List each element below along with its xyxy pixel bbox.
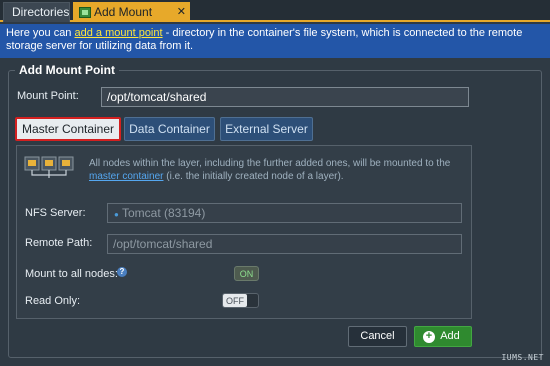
tab-external-server[interactable]: External Server — [220, 117, 313, 141]
info-prefix: Here you can — [6, 27, 75, 39]
desc-suffix: (i.e. the initially created node of a la… — [163, 171, 344, 182]
close-icon[interactable]: ✕ — [177, 3, 186, 22]
nfs-server-value: Tomcat (83194) — [121, 206, 206, 220]
nodes-layer-icon — [24, 156, 74, 178]
help-icon[interactable]: ? — [117, 267, 127, 277]
desc-prefix: All nodes within the layer, including th… — [89, 158, 451, 169]
mount-point-input[interactable]: /opt/tomcat/shared — [101, 87, 469, 107]
tab-data-container[interactable]: Data Container — [124, 117, 215, 141]
tab-bar: Directories Add Mount Point ✕ — [0, 0, 550, 38]
info-bar: Here you can add a mount point - directo… — [0, 24, 550, 58]
master-container-link[interactable]: master container — [89, 171, 163, 182]
mount-point-label: Mount Point: — [17, 90, 79, 102]
remote-path-field[interactable]: /opt/tomcat/shared — [107, 234, 462, 254]
watermark: IUMS.NET — [501, 353, 544, 362]
panel-legend: Add Mount Point — [15, 63, 119, 77]
read-only-toggle-state: OFF — [223, 294, 247, 307]
mount-to-all-nodes-toggle[interactable]: ON — [234, 266, 259, 281]
read-only-toggle[interactable]: OFF — [222, 293, 259, 308]
nfs-server-label: NFS Server: — [25, 207, 86, 219]
mount-point-icon — [79, 7, 91, 18]
read-only-label: Read Only: — [25, 295, 81, 307]
nfs-server-field[interactable]: ● Tomcat (83194) — [107, 203, 462, 223]
add-button-label: Add — [440, 330, 460, 342]
tab-add-mount-point[interactable]: Add Mount Point ✕ — [73, 2, 190, 38]
cancel-button[interactable]: Cancel — [348, 326, 407, 347]
plus-icon: + — [423, 331, 435, 343]
remote-path-label: Remote Path: — [25, 237, 93, 249]
add-mount-point-link[interactable]: add a mount point — [74, 27, 162, 39]
master-container-description: All nodes within the layer, including th… — [89, 157, 469, 183]
tab-directories[interactable]: Directories — [3, 2, 70, 22]
add-button[interactable]: + Add — [414, 326, 472, 347]
node-bullet-icon: ● — [114, 210, 119, 219]
mount-to-all-nodes-label: Mount to all nodes: — [25, 268, 118, 280]
tab-master-container[interactable]: Master Container — [15, 117, 121, 141]
